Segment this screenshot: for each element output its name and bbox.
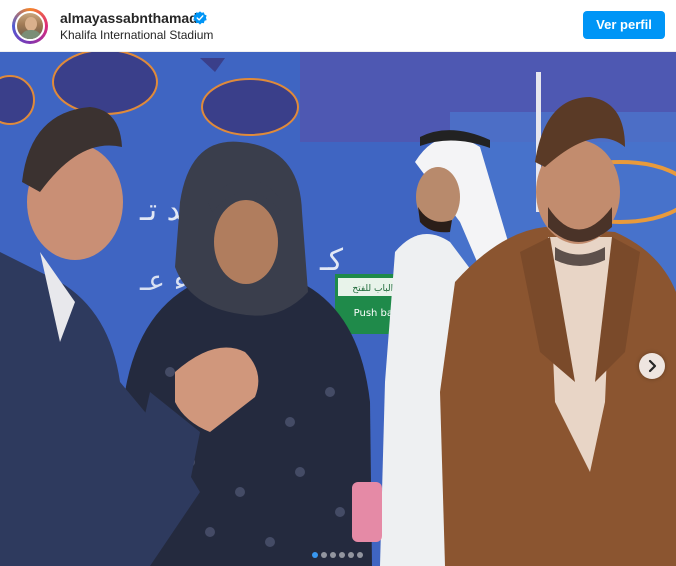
avatar-image: [15, 11, 45, 41]
view-profile-button[interactable]: Ver perfil: [583, 11, 665, 39]
instagram-post: almayassabnthamad Khalifa International …: [0, 0, 676, 566]
carousel-dot: [330, 552, 336, 558]
post-photo[interactable]: ـد تـ كـ ء عـ ادفع الباب للفتح Push bar …: [0, 52, 676, 566]
carousel-dot: [312, 552, 318, 558]
carousel-dot: [339, 552, 345, 558]
photo-scene: ـد تـ كـ ء عـ ادفع الباب للفتح Push bar …: [0, 52, 676, 566]
location-link[interactable]: Khalifa International Stadium: [60, 28, 213, 42]
post-header: almayassabnthamad Khalifa International …: [0, 0, 676, 52]
chevron-right-icon: [648, 359, 657, 373]
verified-badge-icon: [193, 11, 207, 25]
svg-text:كـ: كـ: [319, 243, 344, 278]
avatar[interactable]: [12, 8, 48, 44]
carousel-next-button[interactable]: [639, 353, 665, 379]
carousel-dot: [357, 552, 363, 558]
username-link[interactable]: almayassabnthamad: [60, 10, 198, 26]
carousel-dot: [348, 552, 354, 558]
carousel-dot: [321, 552, 327, 558]
